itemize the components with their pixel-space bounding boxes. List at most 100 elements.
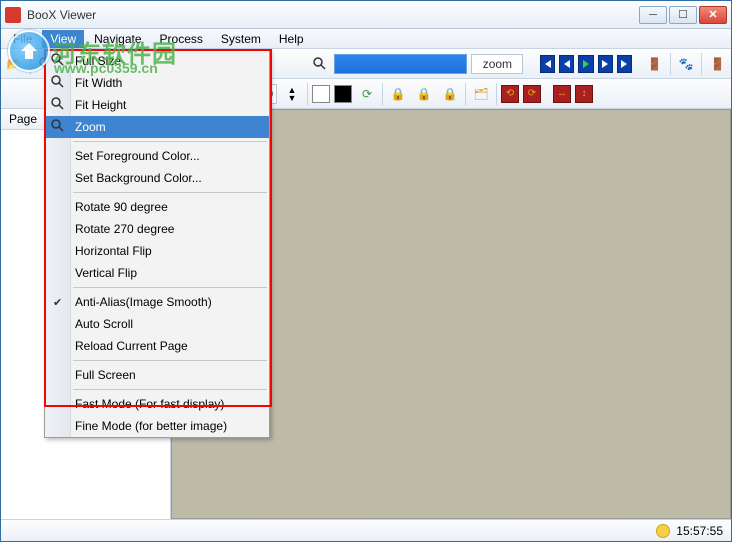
menu-item-label: Vertical Flip — [75, 266, 137, 280]
window-title: BooX Viewer — [27, 8, 639, 22]
menu-item-label: Set Background Color... — [75, 171, 202, 185]
status-time: 15:57:55 — [676, 524, 723, 538]
bg-color-swatch[interactable] — [334, 85, 352, 103]
menu-item-label: Set Foreground Color... — [75, 149, 200, 163]
menu-navigate[interactable]: Navigate — [86, 30, 149, 48]
layers-icon: 🗂 — [473, 87, 488, 101]
magnifier-icon — [51, 97, 65, 111]
close-button[interactable]: ✕ — [699, 6, 727, 24]
nav-play-button[interactable] — [578, 55, 593, 73]
flip-icon: ↔ — [557, 88, 567, 99]
menu-item-anti-alias-image-smooth[interactable]: ✔Anti-Alias(Image Smooth) — [45, 291, 269, 313]
menu-help[interactable]: Help — [271, 30, 312, 48]
magnifier-icon — [51, 75, 65, 89]
nav-next-button[interactable] — [598, 55, 613, 73]
menu-item-full-size[interactable]: Full Size — [45, 50, 269, 72]
play-icon — [581, 59, 591, 69]
menu-item-set-foreground-color[interactable]: Set Foreground Color... — [45, 145, 269, 167]
menu-item-label: Rotate 90 degree — [75, 200, 168, 214]
menu-item-fit-height[interactable]: Fit Height — [45, 94, 269, 116]
menu-item-rotate-90-degree[interactable]: Rotate 90 degree — [45, 196, 269, 218]
zoom-value: zoom — [471, 54, 523, 74]
lock1-button[interactable]: 🔒 — [387, 83, 409, 105]
menu-separator — [73, 389, 267, 390]
separator — [30, 53, 31, 75]
first-icon — [542, 59, 552, 69]
menu-item-fine-mode-for-better-image[interactable]: Fine Mode (for better image) — [45, 415, 269, 437]
menu-item-label: Auto Scroll — [75, 317, 133, 331]
menu-item-label: Full Size — [75, 54, 121, 68]
menu-item-auto-scroll[interactable]: Auto Scroll — [45, 313, 269, 335]
menu-item-fit-width[interactable]: Fit Width — [45, 72, 269, 94]
rotate-icon: ⟳ — [528, 88, 536, 99]
menu-item-label: Zoom — [75, 120, 106, 134]
menu-item-label: Reload Current Page — [75, 339, 188, 353]
flip-h-button[interactable]: ↔ — [553, 85, 571, 103]
paw-button[interactable]: 🐾 — [677, 53, 696, 75]
rotate2-button[interactable]: ⟳ — [523, 85, 541, 103]
separator — [701, 53, 702, 75]
menu-item-fast-mode-for-fast-display[interactable]: Fast Mode (For fast display) — [45, 393, 269, 415]
titlebar: BooX Viewer ─ ☐ ✕ — [1, 1, 731, 29]
menubar: File View Navigate Process System Help — [1, 29, 731, 49]
last-icon — [620, 59, 630, 69]
paw-icon: 🐾 — [679, 57, 694, 71]
separator — [496, 83, 497, 105]
menu-item-label: Fit Width — [75, 76, 122, 90]
lock-icon: 🔒 — [443, 87, 458, 101]
lock-icon: 🔒 — [391, 87, 406, 101]
view-menu-dropdown: Full Size Fit Width Fit Height Zoom Set Fore… — [44, 49, 270, 438]
menu-separator — [73, 141, 267, 142]
nav-first-button[interactable] — [540, 55, 555, 73]
next-icon — [600, 59, 610, 69]
nav-last-button[interactable] — [617, 55, 632, 73]
statusbar: 15:57:55 — [1, 519, 731, 541]
magnifier-icon — [51, 53, 65, 67]
refresh-button[interactable]: ⟳ — [356, 83, 378, 105]
door-icon: 🚪 — [710, 57, 725, 71]
menu-item-full-screen[interactable]: Full Screen — [45, 364, 269, 386]
menu-view[interactable]: View — [42, 30, 84, 48]
search-button[interactable] — [311, 53, 330, 75]
menu-item-reload-current-page[interactable]: Reload Current Page — [45, 335, 269, 357]
menu-item-label: Fast Mode (For fast display) — [75, 397, 224, 411]
flip-v-button[interactable]: ↕ — [575, 85, 593, 103]
spinner-icon: ▲▼ — [288, 86, 297, 102]
separator — [307, 83, 308, 105]
exit-button[interactable]: 🚪 — [708, 53, 727, 75]
separator — [670, 53, 671, 75]
lock3-button[interactable]: 🔒 — [439, 83, 461, 105]
menu-item-set-background-color[interactable]: Set Background Color... — [45, 167, 269, 189]
clock-icon — [656, 524, 670, 538]
menu-item-vertical-flip[interactable]: Vertical Flip — [45, 262, 269, 284]
flip-icon: ↕ — [582, 88, 587, 99]
folder-icon: 📂 — [7, 57, 22, 71]
menu-item-label: Full Screen — [75, 368, 136, 382]
export-button[interactable]: 🚪 — [645, 53, 664, 75]
menu-item-zoom[interactable]: Zoom — [45, 116, 269, 138]
menu-item-label: Horizontal Flip — [75, 244, 152, 258]
zoom-slider[interactable] — [334, 54, 468, 74]
menu-item-horizontal-flip[interactable]: Horizontal Flip — [45, 240, 269, 262]
minimize-button[interactable]: ─ — [639, 6, 667, 24]
layers-button[interactable]: 🗂 — [470, 83, 492, 105]
rotate-icon: ⟲ — [506, 88, 514, 99]
magnifier-icon — [313, 57, 327, 71]
lock2-button[interactable]: 🔒 — [413, 83, 435, 105]
refresh-icon: ⟳ — [362, 87, 372, 101]
menu-separator — [73, 360, 267, 361]
export-icon: 🚪 — [647, 57, 662, 71]
menu-file[interactable]: File — [5, 30, 40, 48]
menu-item-rotate-270-degree[interactable]: Rotate 270 degree — [45, 218, 269, 240]
spinner[interactable]: ▲▼ — [281, 83, 303, 105]
nav-prev-button[interactable] — [559, 55, 574, 73]
menu-system[interactable]: System — [213, 30, 269, 48]
menu-separator — [73, 287, 267, 288]
open-button[interactable]: 📂 — [5, 53, 24, 75]
menu-item-label: Rotate 270 degree — [75, 222, 174, 236]
rotate1-button[interactable]: ⟲ — [501, 85, 519, 103]
menu-separator — [73, 192, 267, 193]
maximize-button[interactable]: ☐ — [669, 6, 697, 24]
menu-process[interactable]: Process — [152, 30, 211, 48]
fg-color-swatch[interactable] — [312, 85, 330, 103]
